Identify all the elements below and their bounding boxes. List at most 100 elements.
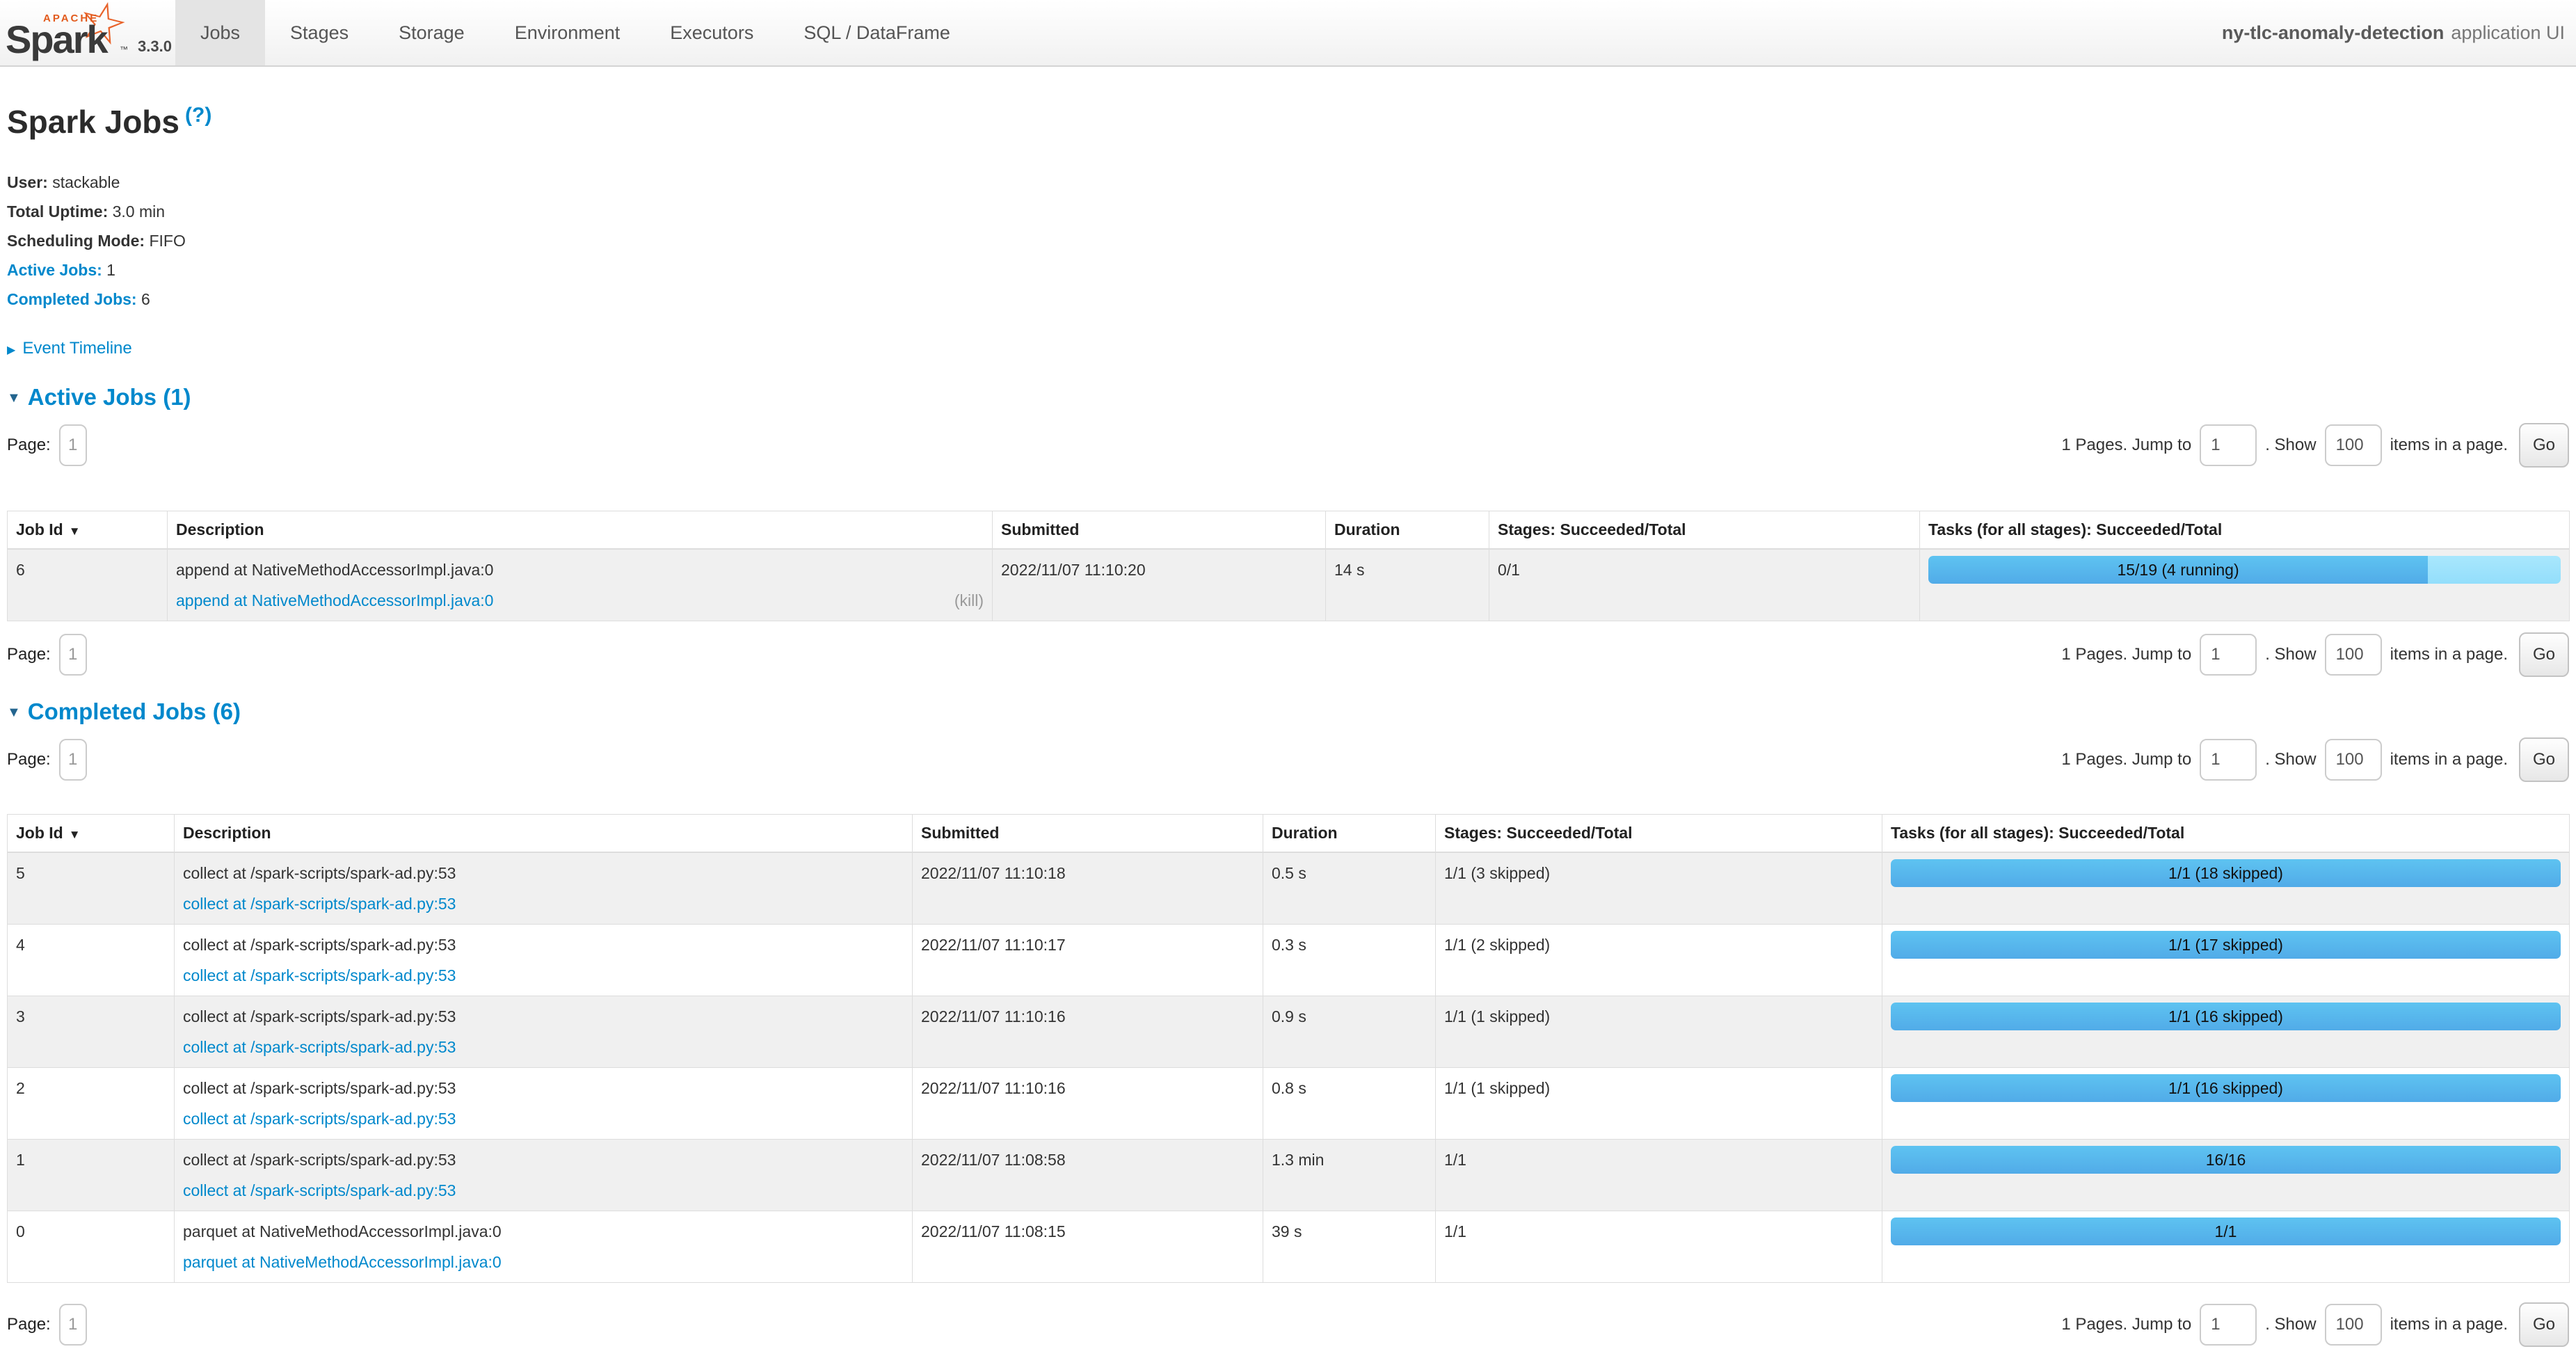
table-row: 6 append at NativeMethodAccessorImpl.jav… [8, 549, 2570, 621]
page-input[interactable]: 1 [59, 1304, 87, 1346]
active-jobs-link[interactable]: Active Jobs: [7, 261, 102, 279]
trademark-symbol: ™ [120, 45, 128, 54]
summary-active-jobs: Active Jobs: 1 [7, 255, 2569, 285]
job-description: collect at /spark-scripts/spark-ad.py:53 [183, 1001, 904, 1032]
stages-cell: 1/1 (3 skipped) [1436, 852, 1882, 925]
uptime-label: Total Uptime: [7, 202, 108, 221]
job-description-link[interactable]: append at NativeMethodAccessorImpl.java:… [176, 585, 493, 616]
job-id-cell: 4 [8, 925, 175, 996]
column-header[interactable]: Duration [1263, 815, 1436, 853]
tab-executors[interactable]: Executors [645, 0, 778, 65]
submitted-cell: 2022/11/07 11:10:17 [913, 925, 1263, 996]
active-jobs-section-header[interactable]: ▼Active Jobs (1) [7, 383, 2569, 412]
nav-tabs: JobsStagesStorageEnvironmentExecutorsSQL… [175, 0, 975, 65]
page-label: Page: [7, 1315, 51, 1334]
submitted-cell: 2022/11/07 11:08:58 [913, 1140, 1263, 1211]
column-header[interactable]: Submitted [993, 511, 1326, 550]
job-id-cell: 6 [8, 549, 168, 621]
completed-jobs-section-header[interactable]: ▼Completed Jobs (6) [7, 698, 2569, 726]
job-description-link[interactable]: collect at /spark-scripts/spark-ad.py:53 [183, 960, 456, 991]
tab-sql-dataframe[interactable]: SQL / DataFrame [778, 0, 975, 65]
column-header[interactable]: Job Id▼ [8, 815, 175, 853]
items-label: items in a page. [2390, 645, 2508, 664]
table-row: 3 collect at /spark-scripts/spark-ad.py:… [8, 996, 2570, 1068]
sort-arrow-icon: ▼ [69, 525, 81, 538]
table-header-row: Job Id▼DescriptionSubmittedDurationStage… [8, 511, 2570, 550]
tasks-progress-fill: 1/1 (18 skipped) [1891, 859, 2561, 887]
job-id-cell: 3 [8, 996, 175, 1068]
event-timeline-toggle[interactable]: ▶Event Timeline [7, 339, 2569, 358]
page-selector: Page: 1 [7, 739, 87, 781]
description-cell: collect at /spark-scripts/spark-ad.py:53… [175, 1068, 913, 1140]
show-items-input[interactable]: 100 [2325, 634, 2382, 676]
tasks-cell: 1/1 (17 skipped) [1882, 925, 2570, 996]
duration-cell: 0.3 s [1263, 925, 1436, 996]
tasks-cell: 16/16 [1882, 1140, 2570, 1211]
pagination-row: Page: 1 1 Pages. Jump to 1 . Show 100 it… [7, 423, 2569, 468]
show-items-input[interactable]: 100 [2325, 424, 2382, 466]
tab-stages[interactable]: Stages [265, 0, 374, 65]
application-title: ny-tlc-anomaly-detection application UI [2222, 0, 2576, 65]
tasks-progress-bar: 1/1 (16 skipped) [1891, 1003, 2561, 1030]
column-header[interactable]: Stages: Succeeded/Total [1489, 511, 1920, 550]
table-row: 5 collect at /spark-scripts/spark-ad.py:… [8, 852, 2570, 925]
jump-to-input[interactable]: 1 [2200, 424, 2257, 466]
page-label: Page: [7, 750, 51, 769]
job-description-link[interactable]: collect at /spark-scripts/spark-ad.py:53 [183, 1175, 456, 1206]
column-header[interactable]: Duration [1326, 511, 1489, 550]
navbar: ☆ APACHE Spark ™ 3.3.0 JobsStagesStorage… [0, 0, 2576, 67]
page-label: Page: [7, 436, 51, 455]
completed-jobs-count: 6 [141, 290, 150, 308]
tasks-progress-label: 15/19 (4 running) [2117, 556, 2239, 584]
items-label: items in a page. [2390, 750, 2508, 769]
jump-to-input[interactable]: 1 [2200, 739, 2257, 781]
completed-jobs-link[interactable]: Completed Jobs: [7, 290, 137, 308]
job-description-link[interactable]: collect at /spark-scripts/spark-ad.py:53 [183, 888, 456, 919]
kill-link[interactable]: (kill) [954, 585, 984, 616]
jump-to-input[interactable]: 1 [2200, 634, 2257, 676]
column-header[interactable]: Description [175, 815, 913, 853]
pages-info: 1 Pages. Jump to [2061, 436, 2191, 455]
page-input[interactable]: 1 [59, 424, 87, 466]
job-description: collect at /spark-scripts/spark-ad.py:53 [183, 929, 904, 960]
go-button[interactable]: Go [2519, 632, 2569, 677]
tab-storage[interactable]: Storage [374, 0, 490, 65]
job-id-cell: 0 [8, 1211, 175, 1283]
tasks-progress-label: 16/16 [2206, 1146, 2246, 1174]
duration-cell: 0.5 s [1263, 852, 1436, 925]
column-header[interactable]: Description [168, 511, 993, 550]
column-header[interactable]: Tasks (for all stages): Succeeded/Total [1882, 815, 2570, 853]
go-button[interactable]: Go [2519, 1302, 2569, 1347]
go-button[interactable]: Go [2519, 423, 2569, 468]
tasks-progress-label: 1/1 (18 skipped) [2168, 859, 2283, 887]
column-header[interactable]: Job Id▼ [8, 511, 168, 550]
jump-to-input[interactable]: 1 [2200, 1304, 2257, 1346]
show-items-input[interactable]: 100 [2325, 739, 2382, 781]
spark-logo[interactable]: ☆ APACHE Spark ™ 3.3.0 [0, 0, 175, 65]
help-link[interactable]: (?) [185, 104, 211, 127]
page-input[interactable]: 1 [59, 739, 87, 781]
tab-environment[interactable]: Environment [490, 0, 646, 65]
column-header[interactable]: Submitted [913, 815, 1263, 853]
job-description-link[interactable]: collect at /spark-scripts/spark-ad.py:53 [183, 1103, 456, 1134]
job-description-link[interactable]: collect at /spark-scripts/spark-ad.py:53 [183, 1032, 456, 1062]
tab-jobs[interactable]: Jobs [175, 0, 265, 65]
summary-completed-jobs: Completed Jobs: 6 [7, 285, 2569, 314]
page-input[interactable]: 1 [59, 634, 87, 676]
pagination-controls: 1 Pages. Jump to 1 . Show 100 items in a… [2061, 737, 2569, 782]
column-header[interactable]: Stages: Succeeded/Total [1436, 815, 1882, 853]
job-description-link[interactable]: parquet at NativeMethodAccessorImpl.java… [183, 1247, 502, 1277]
tasks-progress-bar: 1/1 (17 skipped) [1891, 931, 2561, 959]
tasks-progress-fill: 16/16 [1891, 1146, 2561, 1174]
application-ui-suffix: application UI [2451, 22, 2565, 44]
active-jobs-section-title: Active Jobs (1) [28, 384, 191, 410]
submitted-cell: 2022/11/07 11:08:15 [913, 1211, 1263, 1283]
stages-cell: 1/1 (1 skipped) [1436, 996, 1882, 1068]
go-button[interactable]: Go [2519, 737, 2569, 782]
column-header[interactable]: Tasks (for all stages): Succeeded/Total [1920, 511, 2570, 550]
page-content: Spark Jobs(?) User: stackable Total Upti… [0, 97, 2576, 1347]
table-row: 2 collect at /spark-scripts/spark-ad.py:… [8, 1068, 2570, 1140]
show-items-input[interactable]: 100 [2325, 1304, 2382, 1346]
show-label: . Show [2265, 750, 2316, 769]
items-label: items in a page. [2390, 1315, 2508, 1334]
